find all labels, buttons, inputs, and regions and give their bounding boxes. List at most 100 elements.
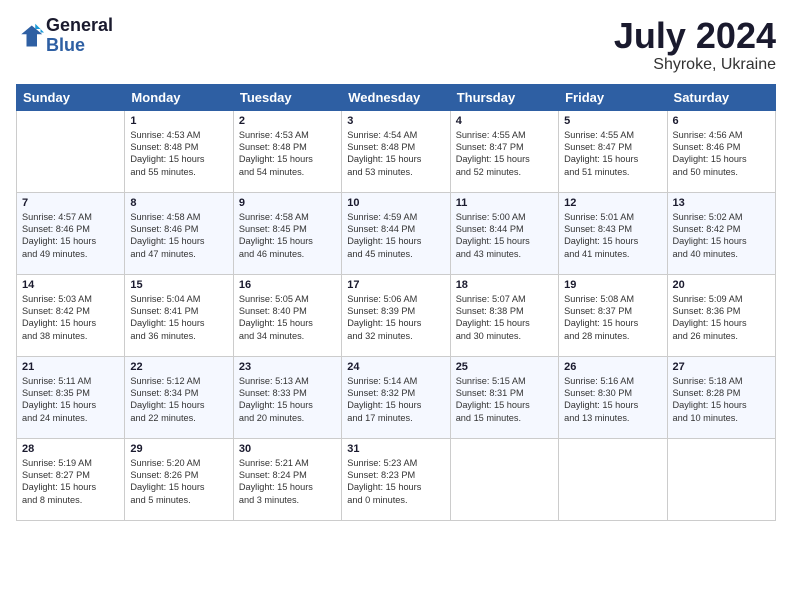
calendar-cell: 3 Sunrise: 4:54 AM Sunset: 8:48 PM Daylig… [342, 110, 450, 192]
day-number: 2 [239, 115, 336, 127]
calendar-cell: 12Sunrise: 5:01 AM Sunset: 8:43 PM Dayli… [559, 192, 667, 274]
cell-info: Sunrise: 5:09 AM Sunset: 8:36 PM Dayligh… [673, 293, 770, 343]
cell-info: Sunrise: 5:04 AM Sunset: 8:41 PM Dayligh… [130, 293, 227, 343]
cell-info: Sunrise: 5:11 AM Sunset: 8:35 PM Dayligh… [22, 375, 119, 425]
cell-info: Sunrise: 4:55 AM Sunset: 8:47 PM Dayligh… [564, 129, 661, 179]
calendar-cell: 26 Sunrise: 5:16 AM Sunset: 8:30 PM Dayli… [559, 356, 667, 438]
day-number: 22 [130, 361, 227, 373]
calendar-cell [450, 438, 558, 520]
cell-info: Sunrise: 4:59 AM Sunset: 8:44 PM Dayligh… [347, 211, 444, 261]
calendar-cell: 29 Sunrise: 5:20 AM Sunset: 8:26 PM Dayli… [125, 438, 233, 520]
calendar-cell: 24Sunrise: 5:14 AM Sunset: 8:32 PM Dayli… [342, 356, 450, 438]
day-number: 3 [347, 115, 444, 127]
weekday-header-tuesday: Tuesday [233, 84, 341, 110]
cell-info: Sunrise: 5:19 AM Sunset: 8:27 PM Dayligh… [22, 457, 119, 507]
logo-line2: Blue [46, 36, 113, 56]
calendar-cell: 28 Sunrise: 5:19 AM Sunset: 8:27 PM Dayli… [17, 438, 125, 520]
cell-info: Sunrise: 5:15 AM Sunset: 8:31 PM Dayligh… [456, 375, 553, 425]
day-number: 20 [673, 279, 770, 291]
day-number: 25 [456, 361, 553, 373]
day-number: 18 [456, 279, 553, 291]
day-number: 7 [22, 197, 119, 209]
weekday-header-wednesday: Wednesday [342, 84, 450, 110]
cell-info: Sunrise: 5:06 AM Sunset: 8:39 PM Dayligh… [347, 293, 444, 343]
calendar-cell: 21 Sunrise: 5:11 AM Sunset: 8:35 PM Dayli… [17, 356, 125, 438]
cell-info: Sunrise: 4:56 AM Sunset: 8:46 PM Dayligh… [673, 129, 770, 179]
cell-info: Sunrise: 4:57 AM Sunset: 8:46 PM Dayligh… [22, 211, 119, 261]
day-number: 17 [347, 279, 444, 291]
week-row-4: 21 Sunrise: 5:11 AM Sunset: 8:35 PM Dayli… [17, 356, 776, 438]
calendar-cell: 20 Sunrise: 5:09 AM Sunset: 8:36 PM Dayli… [667, 274, 775, 356]
calendar-cell: 1Sunrise: 4:53 AM Sunset: 8:48 PM Daylig… [125, 110, 233, 192]
day-number: 4 [456, 115, 553, 127]
day-number: 28 [22, 443, 119, 455]
calendar-cell: 2 Sunrise: 4:53 AM Sunset: 8:48 PM Daylig… [233, 110, 341, 192]
weekday-header-sunday: Sunday [17, 84, 125, 110]
cell-info: Sunrise: 5:08 AM Sunset: 8:37 PM Dayligh… [564, 293, 661, 343]
week-row-5: 28 Sunrise: 5:19 AM Sunset: 8:27 PM Dayli… [17, 438, 776, 520]
calendar-cell: 30Sunrise: 5:21 AM Sunset: 8:24 PM Dayli… [233, 438, 341, 520]
calendar-table: SundayMondayTuesdayWednesdayThursdayFrid… [16, 84, 776, 521]
calendar-cell [17, 110, 125, 192]
day-number: 29 [130, 443, 227, 455]
calendar-cell: 7 Sunrise: 4:57 AM Sunset: 8:46 PM Daylig… [17, 192, 125, 274]
day-number: 16 [239, 279, 336, 291]
cell-info: Sunrise: 5:12 AM Sunset: 8:34 PM Dayligh… [130, 375, 227, 425]
day-number: 27 [673, 361, 770, 373]
main-container: General Blue July 2024 Shyroke, Ukraine … [0, 0, 792, 612]
calendar-cell: 17 Sunrise: 5:06 AM Sunset: 8:39 PM Dayli… [342, 274, 450, 356]
day-number: 13 [673, 197, 770, 209]
logo-icon [16, 22, 44, 50]
day-number: 6 [673, 115, 770, 127]
location: Shyroke, Ukraine [614, 56, 776, 74]
day-number: 26 [564, 361, 661, 373]
cell-info: Sunrise: 5:02 AM Sunset: 8:42 PM Dayligh… [673, 211, 770, 261]
cell-info: Sunrise: 4:54 AM Sunset: 8:48 PM Dayligh… [347, 129, 444, 179]
day-number: 19 [564, 279, 661, 291]
cell-info: Sunrise: 5:20 AM Sunset: 8:26 PM Dayligh… [130, 457, 227, 507]
calendar-cell: 18Sunrise: 5:07 AM Sunset: 8:38 PM Dayli… [450, 274, 558, 356]
day-number: 8 [130, 197, 227, 209]
calendar-cell [667, 438, 775, 520]
title-block: July 2024 Shyroke, Ukraine [614, 16, 776, 74]
cell-info: Sunrise: 4:53 AM Sunset: 8:48 PM Dayligh… [130, 129, 227, 179]
day-number: 23 [239, 361, 336, 373]
calendar-cell: 8 Sunrise: 4:58 AM Sunset: 8:46 PM Daylig… [125, 192, 233, 274]
logo: General Blue [16, 16, 113, 56]
week-row-3: 14Sunrise: 5:03 AM Sunset: 8:42 PM Dayli… [17, 274, 776, 356]
cell-info: Sunrise: 4:58 AM Sunset: 8:45 PM Dayligh… [239, 211, 336, 261]
calendar-cell [559, 438, 667, 520]
cell-info: Sunrise: 5:23 AM Sunset: 8:23 PM Dayligh… [347, 457, 444, 507]
calendar-cell: 27 Sunrise: 5:18 AM Sunset: 8:28 PM Dayli… [667, 356, 775, 438]
weekday-header-friday: Friday [559, 84, 667, 110]
day-number: 31 [347, 443, 444, 455]
weekday-header-monday: Monday [125, 84, 233, 110]
day-number: 15 [130, 279, 227, 291]
calendar-cell: 23 Sunrise: 5:13 AM Sunset: 8:33 PM Dayli… [233, 356, 341, 438]
week-row-1: 1Sunrise: 4:53 AM Sunset: 8:48 PM Daylig… [17, 110, 776, 192]
calendar-cell: 10Sunrise: 4:59 AM Sunset: 8:44 PM Dayli… [342, 192, 450, 274]
calendar-cell: 16 Sunrise: 5:05 AM Sunset: 8:40 PM Dayli… [233, 274, 341, 356]
cell-info: Sunrise: 5:18 AM Sunset: 8:28 PM Dayligh… [673, 375, 770, 425]
weekday-header-saturday: Saturday [667, 84, 775, 110]
calendar-cell: 13 Sunrise: 5:02 AM Sunset: 8:42 PM Dayli… [667, 192, 775, 274]
day-number: 9 [239, 197, 336, 209]
cell-info: Sunrise: 5:05 AM Sunset: 8:40 PM Dayligh… [239, 293, 336, 343]
day-number: 14 [22, 279, 119, 291]
cell-info: Sunrise: 5:00 AM Sunset: 8:44 PM Dayligh… [456, 211, 553, 261]
day-number: 24 [347, 361, 444, 373]
day-number: 12 [564, 197, 661, 209]
cell-info: Sunrise: 4:55 AM Sunset: 8:47 PM Dayligh… [456, 129, 553, 179]
cell-info: Sunrise: 5:13 AM Sunset: 8:33 PM Dayligh… [239, 375, 336, 425]
cell-info: Sunrise: 5:16 AM Sunset: 8:30 PM Dayligh… [564, 375, 661, 425]
calendar-cell: 11Sunrise: 5:00 AM Sunset: 8:44 PM Dayli… [450, 192, 558, 274]
weekday-header-thursday: Thursday [450, 84, 558, 110]
weekday-header-row: SundayMondayTuesdayWednesdayThursdayFrid… [17, 84, 776, 110]
cell-info: Sunrise: 4:58 AM Sunset: 8:46 PM Dayligh… [130, 211, 227, 261]
calendar-cell: 6 Sunrise: 4:56 AM Sunset: 8:46 PM Daylig… [667, 110, 775, 192]
calendar-cell: 19 Sunrise: 5:08 AM Sunset: 8:37 PM Dayli… [559, 274, 667, 356]
cell-info: Sunrise: 4:53 AM Sunset: 8:48 PM Dayligh… [239, 129, 336, 179]
cell-info: Sunrise: 5:21 AM Sunset: 8:24 PM Dayligh… [239, 457, 336, 507]
logo-line1: General [46, 16, 113, 36]
day-number: 21 [22, 361, 119, 373]
